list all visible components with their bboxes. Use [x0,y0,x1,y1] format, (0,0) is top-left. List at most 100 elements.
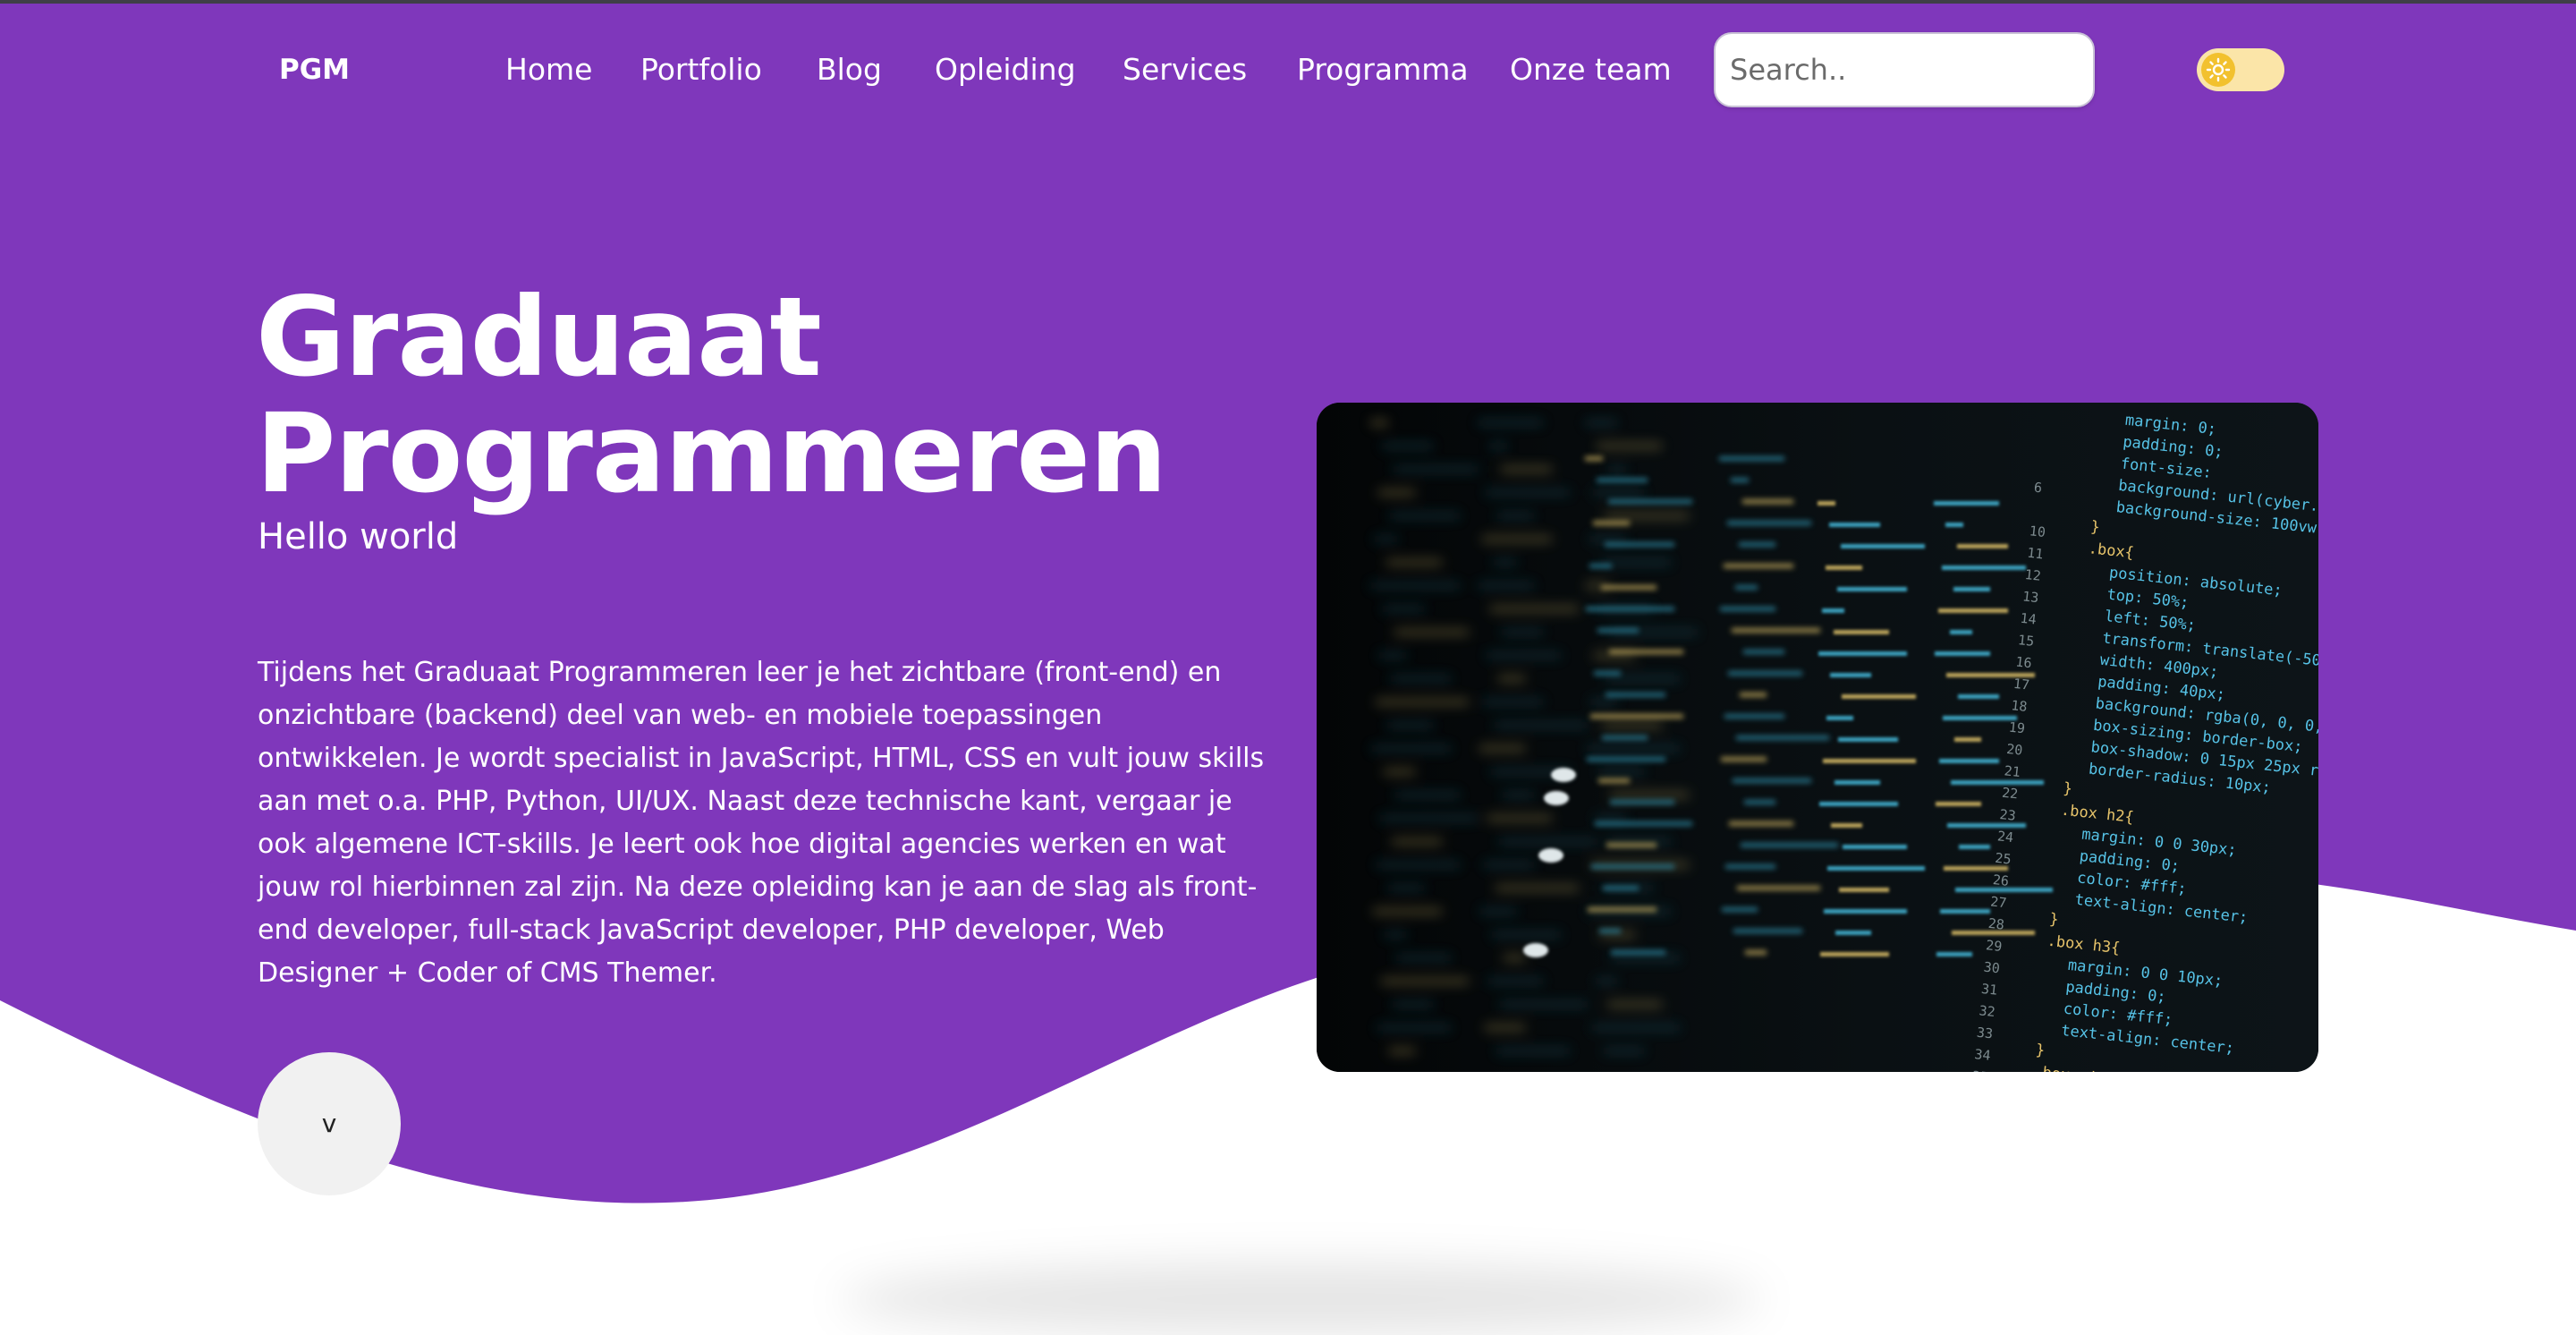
nav-link-blog[interactable]: Blog [817,47,882,93]
code-blur-stroke [1722,907,1758,912]
nav-link-opleiding[interactable]: Opleiding [935,47,1076,93]
line-number: 25 [1995,850,2012,868]
code-blur-stroke [1842,694,1916,699]
code-blur-stroke [1597,444,1662,448]
code-blur-stroke [1487,653,1561,658]
code-blur-stroke [1393,1002,1433,1007]
code-blur-stroke [1742,499,1793,504]
scroll-down-button[interactable]: v [258,1052,401,1195]
code-blur-stroke [1488,979,1543,983]
logo[interactable]: PGM [279,52,350,88]
hero-description: Tijdens het Graduaat Programmeren leer j… [258,657,1265,989]
code-blur-stroke [1936,802,1981,806]
line-number: 19 [2008,719,2026,737]
code-blur-stroke [1721,757,1767,761]
code-blur-stroke [1834,630,1889,634]
code-blur-stroke [1589,537,1626,541]
line-number: 32 [1979,1002,1996,1020]
line-number: 15 [2017,632,2035,650]
line-number: 17 [2012,676,2030,693]
code-blur-stroke [1938,608,2008,613]
code-blur-stroke [1371,583,1460,588]
line-number: 24 [1996,828,2014,846]
code-blur-stroke [1959,845,1990,849]
card-shadow-hint [841,1263,1762,1335]
line-number: 16 [2015,653,2033,671]
code-blur-stroke [1390,514,1460,518]
line-number: 11 [2026,545,2044,563]
code-blur-stroke [1602,723,1662,727]
code-blur-stroke [1383,607,1424,611]
code-blur-stroke [1733,778,1811,783]
code-blur-stroke [1744,800,1775,804]
code-blur-stroke [1482,537,1552,541]
nav-link-services[interactable]: Services [1123,47,1247,93]
code-blur-stroke [1378,490,1415,495]
nav-link-onze-team[interactable]: Onze team [1510,47,1672,93]
code-blur-stroke [1739,542,1775,547]
line-number: 22 [2001,785,2019,803]
code-blur-stroke [1592,1025,1680,1030]
code-blur-stroke [1736,736,1829,740]
code-blur-stroke [1588,907,1657,912]
code-blur-stroke [1487,816,1552,821]
search-box [1714,32,2095,107]
code-blur-stroke [1934,501,1999,506]
code-blur-stroke [1492,932,1561,937]
line-number: 31 [1980,981,1998,999]
line-number: 28 [1987,915,2005,933]
nav-link-portfolio[interactable]: Portfolio [640,47,762,93]
code-blur-stroke [1489,444,1507,448]
code-blur-stroke [1837,587,1907,591]
code-line: } [2089,518,2100,537]
highlight-blur [1551,768,1576,782]
code-blur-stroke [1838,737,1898,742]
code-blur-stroke [1504,956,1525,960]
code-blur-stroke [1395,793,1460,797]
code-blur-stroke [1824,909,1907,914]
line-number: 29 [1985,937,2003,955]
code-blur-stroke [1611,956,1680,960]
code-blur-stroke [1733,929,1802,933]
code-blur-stroke [1593,490,1644,495]
code-blur-stroke [1499,839,1597,844]
code-blur-stroke [1599,929,1621,933]
window-top-border [0,0,2576,4]
code-blur-stroke [1593,521,1630,525]
hero-subtitle: Hello world [258,516,459,557]
code-blur-stroke [1957,544,2008,548]
code-blur-stroke [1827,866,1925,871]
line-number: 14 [2020,610,2038,628]
code-blur-stroke [1935,651,1990,656]
line-number: 35 [1971,1067,1989,1072]
code-blur-stroke [1841,544,1925,548]
line-number: 12 [2024,566,2042,584]
hero-image: 6 10 11 12 13 14 15 16 17 18 19 20 21 22 23 24 25 26 27 28 2… [1317,403,2318,1072]
code-blur-stroke [1484,863,1534,867]
code-blur-stroke [1595,816,1626,821]
top-navigation: PGM Home Portfolio Blog Opleiding Servic… [0,0,2576,140]
code-blur-stroke [1595,821,1692,826]
code-blur-stroke [1495,723,1588,727]
code-blur-stroke [1590,714,1683,719]
code-blur-stroke [1735,585,1758,590]
highlight-blur [1538,848,1563,863]
code-blur-stroke [1485,1025,1525,1030]
code-blur-stroke [1953,587,1990,591]
theme-toggle[interactable] [2197,48,2284,91]
code-blur-stroke [1954,737,1981,742]
code-blur-stroke [1480,909,1516,914]
line-number: 26 [1992,872,2010,889]
code-blur-stroke [1611,950,1665,955]
code-blur-stroke [1608,499,1692,504]
highlight-blur [1544,791,1569,805]
code-blur-stroke [1479,583,1534,588]
code-blur-stroke [1590,700,1617,704]
search-input[interactable] [1730,34,2079,106]
code-blur-stroke [1939,759,1999,763]
code-blur-stroke [1497,514,1534,518]
nav-link-home[interactable]: Home [505,47,592,93]
sun-icon [2206,57,2231,82]
code-blur-stroke [1729,821,1793,826]
nav-link-programma[interactable]: Programma [1297,47,1469,93]
